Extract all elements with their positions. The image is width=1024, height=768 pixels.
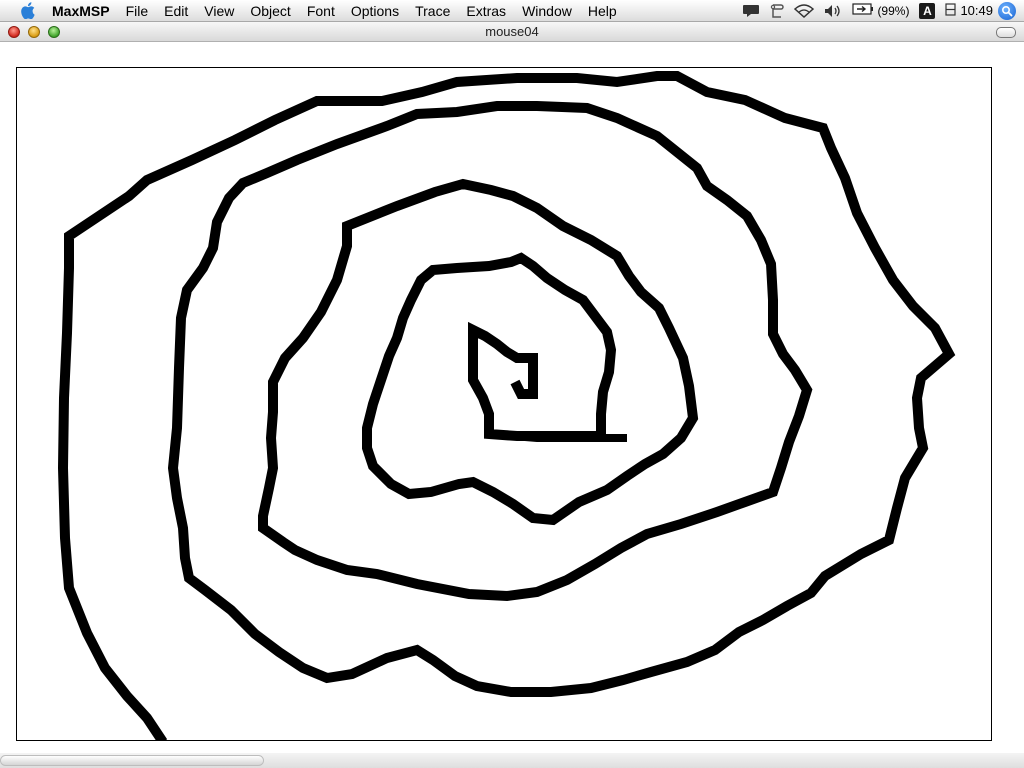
battery-icon <box>852 3 874 18</box>
menu-font[interactable]: Font <box>299 0 343 22</box>
battery-status[interactable]: (99%) <box>852 3 909 18</box>
input-menu[interactable]: A <box>919 2 936 19</box>
menu-bar: MaxMSP File Edit View Object Font Option… <box>0 0 1024 22</box>
script-menu-icon[interactable] <box>770 3 785 19</box>
menu-edit[interactable]: Edit <box>156 0 196 22</box>
speech-bubble-icon[interactable] <box>742 4 760 18</box>
menu-options[interactable]: Options <box>343 0 407 22</box>
clock[interactable]: 10:49 <box>945 2 993 19</box>
menu-object[interactable]: Object <box>242 0 298 22</box>
input-method-icon: A <box>919 2 936 19</box>
scrollbar-thumb[interactable] <box>0 755 264 766</box>
toolbar-toggle-button[interactable] <box>996 27 1016 38</box>
wifi-icon[interactable] <box>794 3 815 18</box>
menu-trace[interactable]: Trace <box>407 0 458 22</box>
drawing-canvas[interactable] <box>16 67 992 741</box>
spiral-end-stroke <box>488 430 627 442</box>
spiral-drawing <box>57 71 956 740</box>
window-title: mouse04 <box>485 24 539 39</box>
horizontal-scrollbar[interactable] <box>0 753 1024 768</box>
clock-time: 10:49 <box>960 3 993 18</box>
menu-file[interactable]: File <box>118 0 157 22</box>
menu-view[interactable]: View <box>196 0 242 22</box>
apple-menu-icon[interactable] <box>18 1 38 21</box>
spiral-stroke <box>57 71 956 740</box>
calendar-icon <box>945 2 957 19</box>
battery-percentage: (99%) <box>877 3 910 18</box>
menu-extras[interactable]: Extras <box>458 0 514 22</box>
title-bar[interactable]: mouse04 <box>0 22 1024 42</box>
window-content <box>0 42 1024 768</box>
volume-icon[interactable] <box>824 4 842 18</box>
spotlight-icon[interactable] <box>998 1 1016 20</box>
menu-window[interactable]: Window <box>514 0 580 22</box>
menu-app-name[interactable]: MaxMSP <box>48 0 118 22</box>
status-area: (99%) A 10:49 <box>737 0 1024 22</box>
patcher-window: mouse04 <box>0 22 1024 768</box>
menu-help[interactable]: Help <box>580 0 625 22</box>
